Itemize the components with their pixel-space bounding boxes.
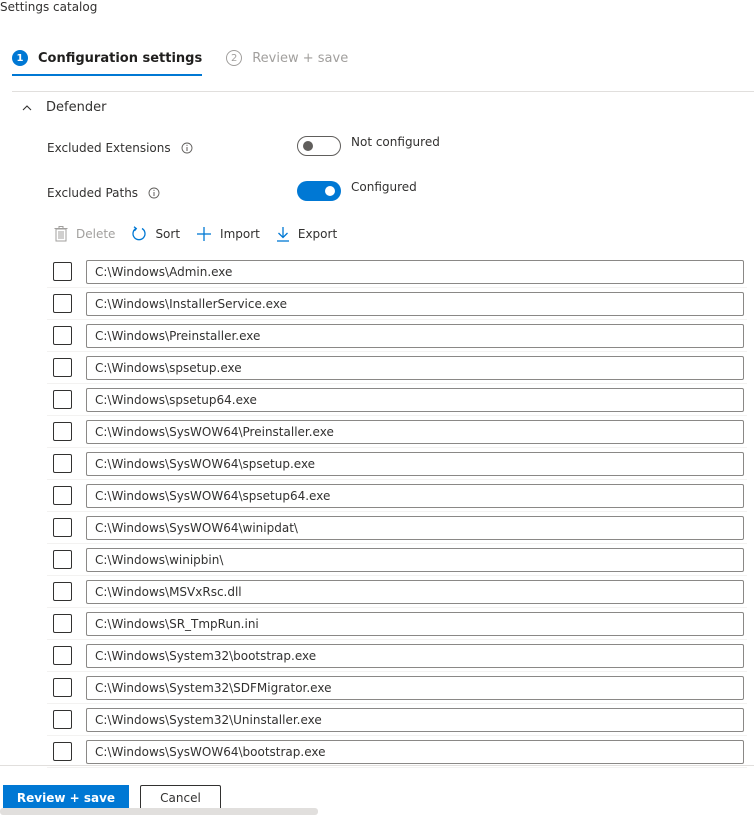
row-checkbox[interactable] [53, 550, 72, 569]
setting-excluded-paths: Excluded Paths [47, 186, 160, 200]
info-icon[interactable] [181, 142, 193, 154]
divider [12, 91, 754, 92]
sort-button[interactable]: Sort [131, 226, 180, 242]
row-checkbox[interactable] [53, 390, 72, 409]
row-checkbox[interactable] [53, 358, 72, 377]
toggle-label: Not configured [351, 134, 440, 149]
excluded-paths-list [47, 256, 747, 768]
path-input[interactable] [86, 259, 744, 284]
path-row [47, 608, 747, 640]
row-checkbox[interactable] [53, 582, 72, 601]
step-review-save[interactable]: 2 Review + save [226, 50, 348, 76]
row-checkbox[interactable] [53, 518, 72, 537]
setting-label: Excluded Paths [47, 186, 139, 200]
row-checkbox[interactable] [53, 646, 72, 665]
toggle-excluded-extensions-wrap: Not configured [297, 134, 440, 156]
path-row [47, 352, 747, 384]
toggle-knob [303, 141, 313, 151]
path-row [47, 480, 747, 512]
path-row [47, 320, 747, 352]
review-save-button[interactable]: Review + save [3, 785, 129, 810]
path-input[interactable] [86, 387, 744, 412]
path-row [47, 544, 747, 576]
path-input[interactable] [86, 451, 744, 476]
row-checkbox[interactable] [53, 326, 72, 345]
section-header-defender[interactable]: Defender [22, 100, 106, 115]
path-input[interactable] [86, 739, 744, 764]
row-checkbox[interactable] [53, 262, 72, 281]
path-row [47, 384, 747, 416]
row-checkbox[interactable] [53, 422, 72, 441]
delete-label: Delete [76, 227, 116, 241]
path-input[interactable] [86, 291, 744, 316]
page-title: Settings catalog [0, 0, 98, 14]
sort-label: Sort [155, 227, 181, 241]
path-row [47, 736, 747, 768]
path-input[interactable] [86, 323, 744, 348]
path-row [47, 416, 747, 448]
plus-icon [197, 227, 212, 241]
wizard-stepper: 1 Configuration settings 2 Review + save [12, 50, 372, 76]
horizontal-scrollbar[interactable] [0, 808, 318, 815]
cancel-button[interactable]: Cancel [140, 785, 221, 810]
toggle-excluded-extensions[interactable] [297, 136, 341, 156]
path-input[interactable] [86, 547, 744, 572]
path-input[interactable] [86, 643, 744, 668]
path-input[interactable] [86, 355, 744, 380]
path-row [47, 640, 747, 672]
row-checkbox[interactable] [53, 710, 72, 729]
step-label: Configuration settings [38, 50, 203, 66]
download-icon [276, 227, 289, 242]
paths-toolbar: Delete Sort Import Export [54, 226, 353, 242]
path-input[interactable] [86, 707, 744, 732]
export-button[interactable]: Export [276, 226, 337, 242]
export-label: Export [297, 227, 338, 241]
step-label: Review + save [252, 50, 349, 66]
path-input[interactable] [86, 483, 744, 508]
path-row [47, 288, 747, 320]
step-number-2: 2 [226, 50, 243, 66]
path-input[interactable] [86, 611, 744, 636]
import-button[interactable]: Import [196, 226, 260, 242]
import-label: Import [220, 227, 260, 241]
row-checkbox[interactable] [53, 454, 72, 473]
sort-refresh-icon [132, 226, 147, 241]
row-checkbox[interactable] [53, 486, 72, 505]
path-input[interactable] [86, 419, 744, 444]
path-row [47, 576, 747, 608]
row-checkbox[interactable] [53, 614, 72, 633]
path-input[interactable] [86, 675, 744, 700]
path-row [47, 512, 747, 544]
toggle-label: Configured [351, 179, 417, 194]
path-row [47, 448, 747, 480]
chevron-up-icon [22, 104, 32, 110]
footer-divider [0, 765, 754, 766]
row-checkbox[interactable] [53, 678, 72, 697]
step-number-1: 1 [12, 50, 28, 66]
delete-button[interactable]: Delete [54, 226, 115, 242]
row-checkbox[interactable] [53, 742, 72, 761]
setting-label: Excluded Extensions [47, 141, 171, 155]
info-icon[interactable] [148, 187, 160, 199]
path-row [47, 672, 747, 704]
toggle-excluded-paths[interactable] [297, 181, 341, 201]
toggle-excluded-paths-wrap: Configured [297, 179, 417, 201]
path-input[interactable] [86, 515, 744, 540]
step-configuration-settings[interactable]: 1 Configuration settings [12, 50, 203, 76]
toggle-knob [325, 186, 335, 196]
path-row [47, 704, 747, 736]
section-title: Defender [46, 100, 107, 115]
path-row [47, 256, 747, 288]
trash-icon [54, 226, 68, 242]
row-checkbox[interactable] [53, 294, 72, 313]
setting-excluded-extensions: Excluded Extensions [47, 141, 193, 155]
path-input[interactable] [86, 579, 744, 604]
